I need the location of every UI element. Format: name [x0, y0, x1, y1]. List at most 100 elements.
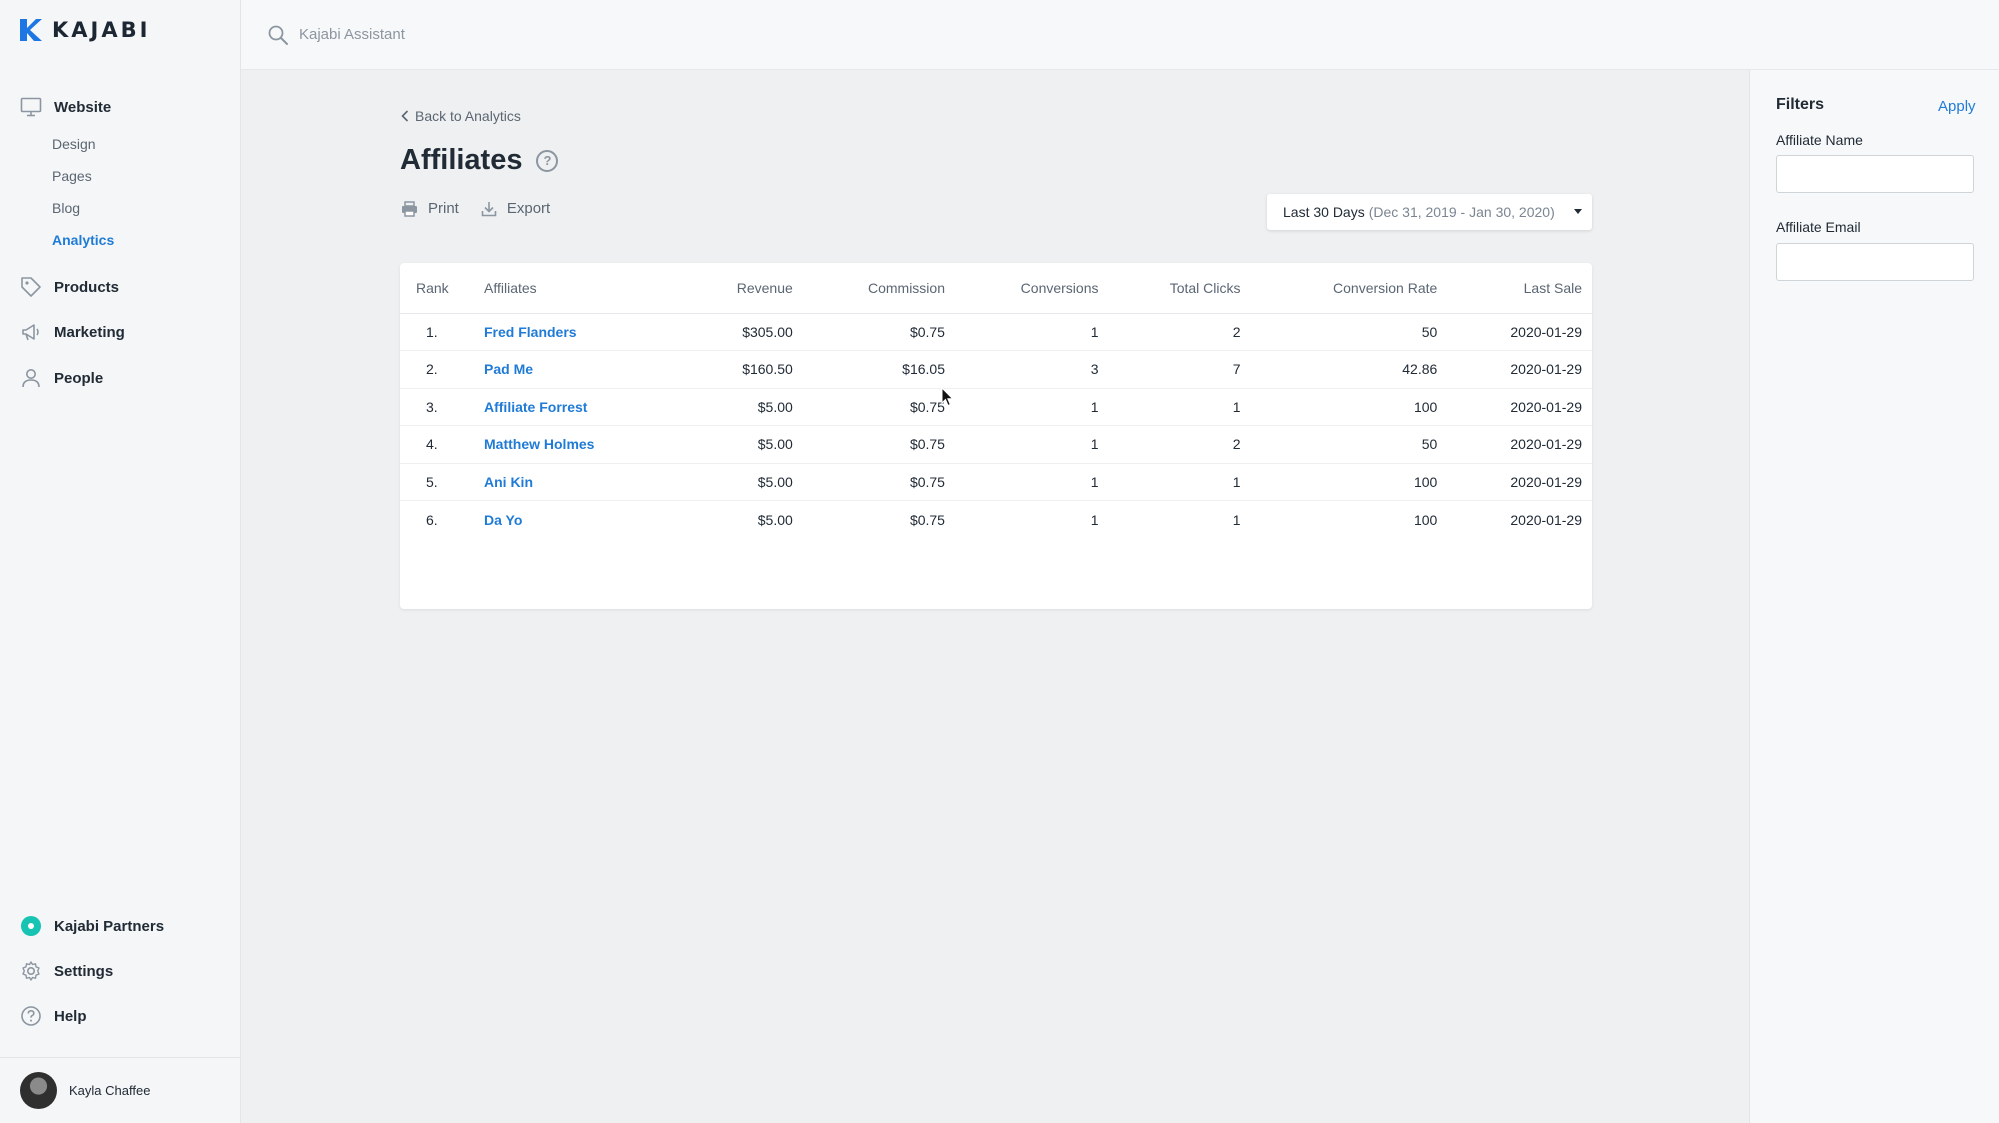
rate-cell: 100	[1413, 511, 1438, 528]
megaphone-icon	[20, 321, 42, 343]
column-header-affiliates[interactable]: Affiliates	[476, 263, 683, 314]
affiliate-cell: Pad Me	[476, 350, 683, 389]
sidebar-item-label: Marketing	[54, 323, 125, 341]
clicks-cell: 2	[1106, 313, 1249, 351]
commission-cell: $0.75	[909, 511, 945, 528]
sidebar-sub-design[interactable]: Design	[52, 136, 96, 152]
column-header-conversion-rate[interactable]: Conversion Rate	[1248, 263, 1446, 314]
affiliate-link[interactable]: Pad Me	[484, 361, 533, 377]
sidebar-sub-pages[interactable]: Pages	[52, 168, 92, 184]
column-header-commission[interactable]: Commission	[800, 263, 953, 314]
print-button[interactable]: Print	[401, 200, 459, 217]
sidebar-item-label: Help	[54, 1007, 87, 1025]
column-header-total-clicks[interactable]: Total Clicks	[1106, 263, 1249, 314]
sidebar-item-products[interactable]: Products	[20, 276, 119, 298]
tag-icon	[20, 276, 42, 298]
column-header-revenue[interactable]: Revenue	[682, 263, 801, 314]
sidebar-item-kajabi-partners[interactable]: Kajabi Partners	[20, 915, 164, 937]
help-icon	[20, 1005, 42, 1027]
back-link-label: Back to Analytics	[415, 108, 521, 124]
sidebar-item-people[interactable]: People	[20, 367, 103, 389]
date-range-label: Last 30 Days	[1283, 204, 1365, 220]
sidebar-sub-analytics[interactable]: Analytics	[52, 232, 114, 248]
gear-icon	[20, 960, 42, 982]
sidebar-item-settings[interactable]: Settings	[20, 960, 113, 982]
date-range-select[interactable]: Last 30 Days (Dec 31, 2019 - Jan 30, 202…	[1267, 194, 1592, 230]
affiliate-link[interactable]: Da Yo	[484, 512, 522, 528]
rank-cell: 4.	[400, 425, 476, 464]
table-row: 1. Fred Flanders $305.00 $0.75 1 2 50 20…	[400, 313, 1592, 351]
apply-filters-button[interactable]: Apply	[1938, 98, 1976, 115]
column-header-last-sale[interactable]: Last Sale	[1445, 263, 1592, 314]
brand-name: KAJABI	[52, 18, 151, 42]
table-row: 5. Ani Kin $5.00 $0.75 1 1 100 2020-01-2…	[400, 463, 1592, 501]
affiliate-link[interactable]: Affiliate Forrest	[484, 399, 587, 415]
revenue-cell: $5.00	[757, 511, 793, 528]
conversions-cell: 1	[1090, 511, 1099, 528]
rank-cell: 1.	[400, 313, 476, 351]
last-sale-cell: 2020-01-29	[1445, 463, 1592, 501]
last-sale-cell: 2020-01-29	[1445, 425, 1592, 464]
revenue-cell: $5.00	[682, 463, 801, 501]
mouse-cursor-icon	[941, 387, 954, 407]
person-icon	[20, 367, 42, 389]
revenue-cell: $305.00	[682, 313, 801, 351]
sidebar-item-help[interactable]: Help	[20, 1005, 87, 1027]
table-row: 4. Matthew Holmes $5.00 $0.75 1 2 50 202…	[400, 425, 1592, 464]
commission-cell: $0.75	[800, 313, 953, 351]
caret-down-icon	[1574, 209, 1582, 214]
affiliate-link[interactable]: Matthew Holmes	[484, 436, 594, 452]
chevron-left-icon	[401, 110, 409, 122]
affiliate-link[interactable]: Fred Flanders	[484, 324, 577, 340]
app-root: KAJABI Website Design Pages Blog Analyti…	[0, 0, 1999, 1123]
user-name: Kayla Chaffee	[69, 1083, 151, 1098]
affiliate-cell: Ani Kin	[476, 463, 683, 501]
affiliate-cell: Da Yo	[476, 501, 683, 539]
affiliate-email-label: Affiliate Email	[1776, 219, 1861, 235]
affiliate-cell: Fred Flanders	[476, 313, 683, 351]
table-row: 2. Pad Me $160.50 $16.05 3 7 42.86 2020-…	[400, 350, 1592, 389]
top-bar	[241, 0, 1999, 70]
affiliate-email-field[interactable]	[1776, 243, 1974, 281]
rate-cell: 100	[1248, 388, 1446, 426]
sidebar-sub-blog[interactable]: Blog	[52, 200, 80, 216]
back-to-analytics-link[interactable]: Back to Analytics	[401, 108, 521, 124]
revenue-cell: $5.00	[682, 425, 801, 464]
main-content: Back to Analytics Affiliates ? Print Exp…	[241, 70, 1749, 1123]
assistant-search-input[interactable]	[299, 26, 699, 43]
sidebar: KAJABI Website Design Pages Blog Analyti…	[0, 0, 241, 1123]
print-label: Print	[428, 200, 459, 217]
rate-cell: 42.86	[1248, 350, 1446, 389]
conversions-cell: 1	[952, 425, 1107, 464]
rate-cell: 50	[1248, 425, 1446, 464]
page-title: Affiliates	[400, 144, 523, 176]
conversions-cell: 1	[952, 313, 1107, 351]
affiliate-cell: Matthew Holmes	[476, 425, 683, 464]
export-button[interactable]: Export	[481, 200, 550, 217]
user-menu[interactable]: Kayla Chaffee	[0, 1057, 240, 1123]
date-range-dates: (Dec 31, 2019 - Jan 30, 2020)	[1368, 204, 1555, 220]
commission-cell: $0.75	[800, 388, 953, 426]
kajabi-logo-icon	[20, 19, 42, 41]
commission-cell: $0.75	[800, 425, 953, 464]
avatar	[20, 1072, 57, 1109]
question-circle-icon[interactable]: ?	[536, 149, 559, 172]
rank-cell: 5.	[400, 463, 476, 501]
affiliate-link[interactable]: Ani Kin	[484, 474, 533, 490]
sidebar-item-marketing[interactable]: Marketing	[20, 321, 125, 343]
affiliate-name-field[interactable]	[1776, 155, 1974, 193]
table-row: 6. Da Yo $5.00 $0.75 1 1 100 2020-01-29	[400, 501, 1592, 539]
brand-logo[interactable]: KAJABI	[20, 18, 150, 42]
sidebar-item-website[interactable]: Website	[20, 96, 111, 118]
monitor-icon	[20, 96, 42, 118]
column-header-conversions[interactable]: Conversions	[952, 263, 1107, 314]
revenue-cell: $5.00	[682, 388, 801, 426]
affiliates-table: Rank Affiliates Revenue Commission Conve…	[400, 263, 1592, 538]
page-title-row: Affiliates ?	[400, 144, 559, 177]
column-header-rank[interactable]: Rank	[400, 263, 476, 314]
affiliate-cell: Affiliate Forrest	[476, 388, 683, 426]
rate-cell: 50	[1248, 313, 1446, 351]
sidebar-item-label: Settings	[54, 962, 114, 980]
sidebar-item-label: Kajabi Partners	[54, 917, 165, 935]
search-icon	[268, 25, 288, 45]
